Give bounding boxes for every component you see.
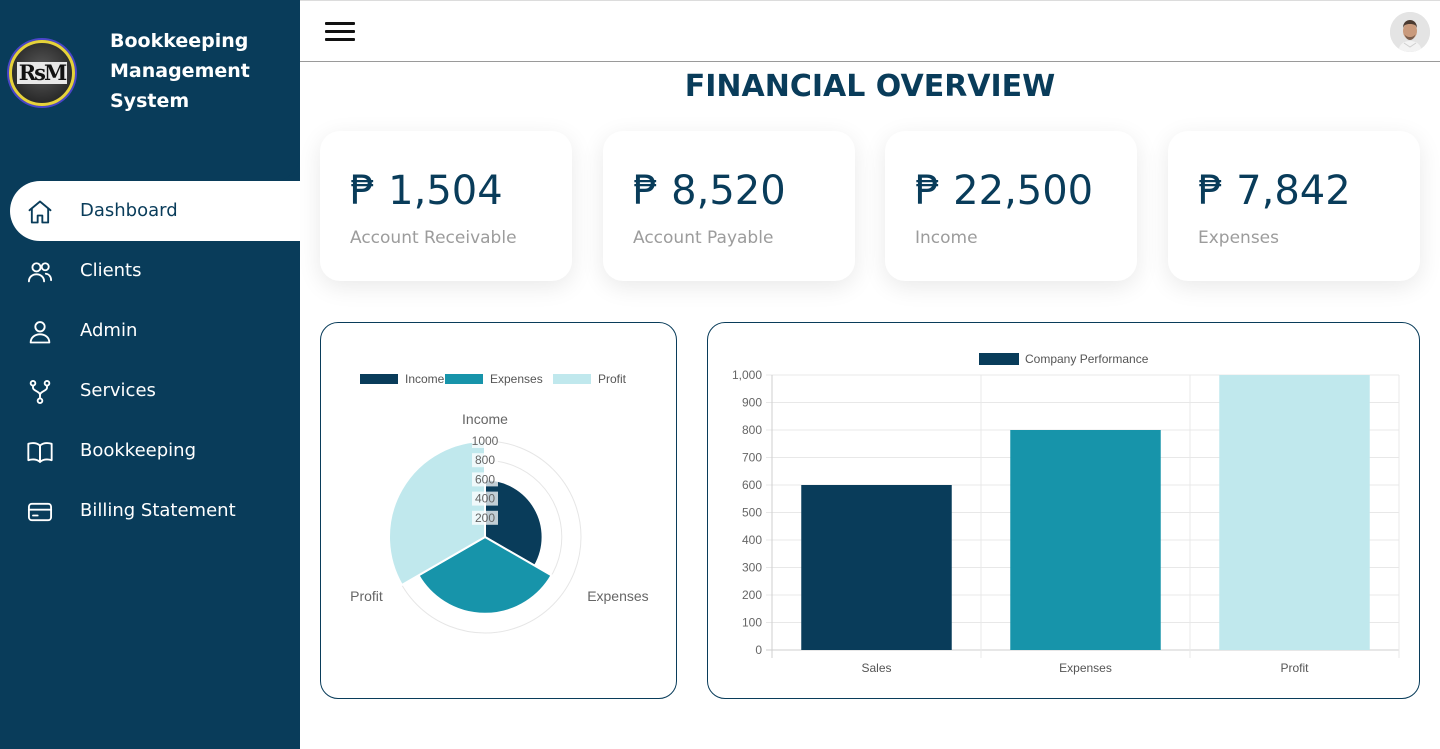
- r-tick-label: 400: [475, 492, 495, 506]
- page-title: FINANCIAL OVERVIEW: [684, 69, 1056, 104]
- r-tick-label: 800: [475, 453, 495, 467]
- r-tick-label: 600: [475, 472, 495, 486]
- sidebar-item-label: Clients: [80, 260, 142, 281]
- y-tick-label: 700: [742, 451, 762, 465]
- bar-expenses: [1010, 430, 1161, 650]
- home-icon: [26, 198, 54, 226]
- sidebar-item-label: Billing Statement: [80, 500, 236, 521]
- y-tick-label: 100: [742, 616, 762, 630]
- legend-swatch: [360, 374, 398, 384]
- y-tick-label: 500: [742, 506, 762, 520]
- stat-label: Account Payable: [633, 228, 774, 248]
- brand-name: Bookkeeping Management System: [110, 26, 290, 116]
- x-tick-label: Expenses: [1059, 661, 1112, 675]
- point-label-expenses: Expenses: [587, 588, 648, 604]
- stat-value: ₱ 1,504: [350, 168, 503, 214]
- y-tick-label: 0: [755, 643, 762, 657]
- git-fork-icon: [26, 378, 54, 406]
- stat-label: Income: [915, 228, 978, 248]
- r-tick-label: 1000: [472, 434, 499, 448]
- stat-card-expenses[interactable]: ₱ 7,842 Expenses: [1168, 131, 1420, 281]
- legend-label: Income: [405, 372, 445, 386]
- sidebar-item-label: Services: [80, 380, 156, 401]
- legend-swatch: [979, 353, 1019, 365]
- brand-header: RsM Bookkeeping Management System: [0, 0, 300, 181]
- y-tick-label: 200: [742, 588, 762, 602]
- legend-label: Expenses: [490, 372, 543, 386]
- legend-swatch: [445, 374, 483, 384]
- users-icon: [26, 258, 54, 286]
- user-avatar[interactable]: [1390, 12, 1430, 52]
- sidebar-item-billing-statement[interactable]: Billing Statement: [0, 481, 300, 541]
- x-tick-label: Sales: [861, 661, 891, 675]
- sidebar-item-admin[interactable]: Admin: [0, 301, 300, 361]
- legend-swatch: [553, 374, 591, 384]
- stat-card-income[interactable]: ₱ 22,500 Income: [885, 131, 1137, 281]
- logo-text: RsM: [16, 60, 68, 85]
- app-root: RsM Bookkeeping Management System Dashbo…: [0, 0, 1440, 749]
- topbar: [300, 0, 1440, 62]
- brand-name-line3: System: [110, 90, 190, 112]
- credit-card-icon: [26, 498, 54, 526]
- stat-value: ₱ 7,842: [1198, 168, 1351, 214]
- y-tick-label: 1,000: [732, 368, 762, 382]
- bar-chart: Company Performance 0 100 200 300 400 500 600 70…: [732, 352, 1400, 675]
- sidebar-item-label: Admin: [80, 320, 138, 341]
- y-tick-label: 400: [742, 533, 762, 547]
- user-icon: [26, 318, 54, 346]
- y-tick-label: 900: [742, 396, 762, 410]
- stat-card-account-payable[interactable]: ₱ 8,520 Account Payable: [603, 131, 855, 281]
- r-tick-label: 200: [475, 511, 495, 525]
- sidebar-item-dashboard[interactable]: Dashboard: [10, 181, 300, 241]
- bar-profit: [1219, 375, 1370, 650]
- brand-name-line2: Management: [110, 60, 250, 82]
- sidebar-item-label: Dashboard: [80, 200, 178, 221]
- hamburger-icon[interactable]: [325, 22, 355, 42]
- x-tick-label: Profit: [1280, 661, 1309, 675]
- sidebar: RsM Bookkeeping Management System Dashbo…: [0, 0, 300, 749]
- stat-value: ₱ 22,500: [915, 168, 1094, 214]
- point-label-profit: Profit: [350, 588, 383, 604]
- stat-card-account-receivable[interactable]: ₱ 1,504 Account Receivable: [320, 131, 572, 281]
- polar-chart-panel: Income Expenses Profit 200 400 600 800 1000 Inco…: [320, 322, 677, 699]
- bar-sales: [801, 485, 952, 650]
- sidebar-item-label: Bookkeeping: [80, 440, 196, 461]
- logo: RsM: [9, 40, 75, 106]
- legend-label: Company Performance: [1025, 352, 1149, 366]
- sidebar-item-services[interactable]: Services: [0, 361, 300, 421]
- stat-value: ₱ 8,520: [633, 168, 786, 214]
- y-tick-label: 600: [742, 478, 762, 492]
- y-tick-label: 300: [742, 561, 762, 575]
- stat-label: Account Receivable: [350, 228, 517, 248]
- book-open-icon: [26, 438, 54, 466]
- point-label-income: Income: [462, 411, 508, 427]
- legend-label: Profit: [598, 372, 627, 386]
- stat-label: Expenses: [1198, 228, 1279, 248]
- sidebar-item-clients[interactable]: Clients: [0, 241, 300, 301]
- polar-area-chart: Income Expenses Profit 200 400 600 800 1000 Inco…: [350, 372, 649, 634]
- sidebar-nav: Dashboard Clients Admin Services Bookkee…: [0, 181, 300, 541]
- brand-name-line1: Bookkeeping: [110, 30, 249, 52]
- sidebar-item-bookkeeping[interactable]: Bookkeeping: [0, 421, 300, 481]
- bar-chart-panel: Company Performance 0 100 200 300 400 500 600 70…: [707, 322, 1420, 699]
- y-tick-label: 800: [742, 423, 762, 437]
